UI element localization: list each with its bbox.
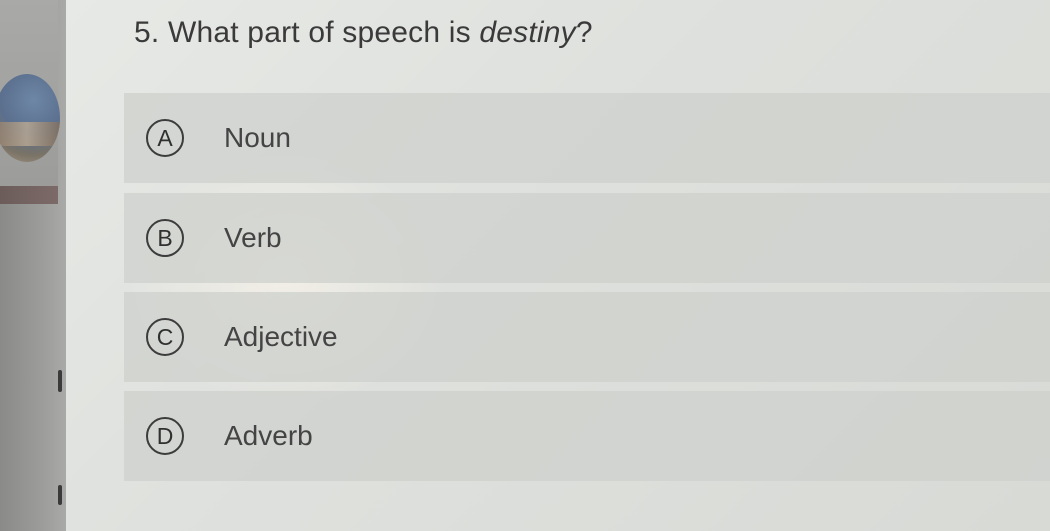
question-suffix: ?: [575, 16, 593, 49]
question-prefix: 5. What part of speech is: [134, 16, 480, 49]
option-letter-badge: B: [146, 219, 184, 257]
option-letter-badge: D: [146, 417, 184, 455]
option-label: Adjective: [224, 321, 338, 352]
answer-option-d[interactable]: D Adverb: [124, 391, 1050, 481]
question-emphasis: destiny: [479, 16, 576, 49]
question-text: 5. What part of speech is destiny?: [134, 16, 593, 50]
option-label: Adverb: [224, 420, 313, 451]
option-label: Noun: [224, 122, 291, 153]
option-label: Verb: [224, 222, 282, 253]
edge-marker: [58, 485, 62, 505]
question-card: 5. What part of speech is destiny? A Nou…: [66, 0, 1050, 531]
left-sidebar-strip: [0, 0, 66, 531]
answer-option-c[interactable]: C Adjective: [124, 292, 1050, 382]
option-letter-badge: C: [146, 318, 184, 356]
edge-marker: [58, 370, 62, 392]
answer-option-b[interactable]: B Verb: [124, 193, 1050, 283]
option-letter-badge: A: [146, 119, 184, 157]
sidebar-divider-band: [0, 186, 58, 204]
answer-option-a[interactable]: A Noun: [124, 93, 1050, 183]
